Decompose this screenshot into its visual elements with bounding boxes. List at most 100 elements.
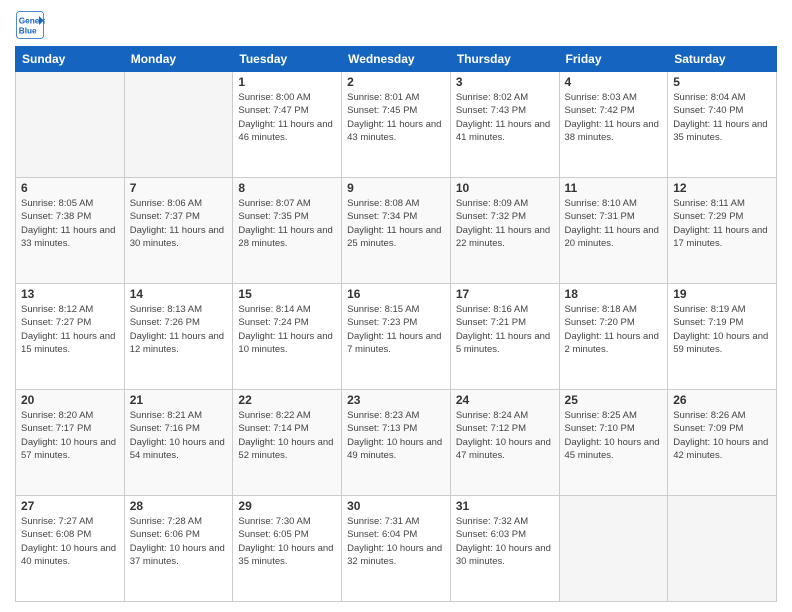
page: General Blue SundayMondayTuesdayWednesda… <box>0 0 792 612</box>
day-number: 29 <box>238 499 336 513</box>
day-number: 13 <box>21 287 119 301</box>
day-number: 30 <box>347 499 445 513</box>
day-info: Sunrise: 8:13 AMSunset: 7:26 PMDaylight:… <box>130 303 228 356</box>
day-number: 14 <box>130 287 228 301</box>
calendar-cell: 19Sunrise: 8:19 AMSunset: 7:19 PMDayligh… <box>668 284 777 390</box>
day-number: 24 <box>456 393 554 407</box>
calendar-week-4: 20 Sunrise: 8:20 AMSunset: 7:17 PMDayligh… <box>16 390 777 496</box>
weekday-header-friday: Friday <box>559 47 668 72</box>
day-info: Sunrise: 8:16 AMSunset: 7:21 PMDaylight:… <box>456 303 554 356</box>
day-number: 5 <box>673 75 771 89</box>
svg-text:Blue: Blue <box>19 26 37 35</box>
calendar-cell: 1 Sunrise: 8:00 AMSunset: 7:47 PMDaylight… <box>233 72 342 178</box>
day-info: Sunrise: 8:09 AMSunset: 7:32 PMDaylight:… <box>456 197 554 250</box>
weekday-header-saturday: Saturday <box>668 47 777 72</box>
calendar-cell: 2 Sunrise: 8:01 AMSunset: 7:45 PMDaylight… <box>342 72 451 178</box>
header: General Blue <box>15 10 777 40</box>
calendar-cell: 28 Sunrise: 7:28 AMSunset: 6:06 PMDayligh… <box>124 496 233 602</box>
calendar-week-5: 27Sunrise: 7:27 AMSunset: 6:08 PMDayligh… <box>16 496 777 602</box>
weekday-header-tuesday: Tuesday <box>233 47 342 72</box>
calendar-cell: 11 Sunrise: 8:10 AMSunset: 7:31 PMDayligh… <box>559 178 668 284</box>
day-number: 17 <box>456 287 554 301</box>
day-info: Sunrise: 8:23 AMSunset: 7:13 PMDaylight:… <box>347 409 445 462</box>
weekday-header-wednesday: Wednesday <box>342 47 451 72</box>
day-info: Sunrise: 8:08 AMSunset: 7:34 PMDaylight:… <box>347 197 445 250</box>
day-info: Sunrise: 8:20 AMSunset: 7:17 PMDaylight:… <box>21 409 119 462</box>
day-info: Sunrise: 8:00 AMSunset: 7:47 PMDaylight:… <box>238 91 336 144</box>
calendar-cell: 4 Sunrise: 8:03 AMSunset: 7:42 PMDaylight… <box>559 72 668 178</box>
day-number: 25 <box>565 393 663 407</box>
day-info: Sunrise: 7:31 AMSunset: 6:04 PMDaylight:… <box>347 515 445 568</box>
calendar-week-2: 6 Sunrise: 8:05 AMSunset: 7:38 PMDaylight… <box>16 178 777 284</box>
day-number: 3 <box>456 75 554 89</box>
weekday-header-row: SundayMondayTuesdayWednesdayThursdayFrid… <box>16 47 777 72</box>
day-number: 1 <box>238 75 336 89</box>
calendar-cell: 14 Sunrise: 8:13 AMSunset: 7:26 PMDayligh… <box>124 284 233 390</box>
calendar-cell <box>559 496 668 602</box>
day-number: 4 <box>565 75 663 89</box>
calendar-cell: 18Sunrise: 8:18 AMSunset: 7:20 PMDayligh… <box>559 284 668 390</box>
day-info: Sunrise: 8:12 AMSunset: 7:27 PMDaylight:… <box>21 303 119 356</box>
day-info: Sunrise: 8:18 AMSunset: 7:20 PMDaylight:… <box>565 303 663 356</box>
calendar-cell: 25 Sunrise: 8:25 AMSunset: 7:10 PMDayligh… <box>559 390 668 496</box>
calendar-week-3: 13 Sunrise: 8:12 AMSunset: 7:27 PMDayligh… <box>16 284 777 390</box>
calendar-cell: 16 Sunrise: 8:15 AMSunset: 7:23 PMDayligh… <box>342 284 451 390</box>
day-number: 22 <box>238 393 336 407</box>
day-number: 15 <box>238 287 336 301</box>
day-number: 2 <box>347 75 445 89</box>
day-number: 23 <box>347 393 445 407</box>
calendar-cell <box>668 496 777 602</box>
calendar-cell: 29Sunrise: 7:30 AMSunset: 6:05 PMDayligh… <box>233 496 342 602</box>
day-number: 26 <box>673 393 771 407</box>
calendar-week-1: 1 Sunrise: 8:00 AMSunset: 7:47 PMDaylight… <box>16 72 777 178</box>
day-number: 21 <box>130 393 228 407</box>
calendar-cell: 23 Sunrise: 8:23 AMSunset: 7:13 PMDayligh… <box>342 390 451 496</box>
calendar-cell: 24 Sunrise: 8:24 AMSunset: 7:12 PMDayligh… <box>450 390 559 496</box>
day-info: Sunrise: 8:01 AMSunset: 7:45 PMDaylight:… <box>347 91 445 144</box>
calendar-cell: 6 Sunrise: 8:05 AMSunset: 7:38 PMDaylight… <box>16 178 125 284</box>
day-number: 28 <box>130 499 228 513</box>
calendar-cell: 27Sunrise: 7:27 AMSunset: 6:08 PMDayligh… <box>16 496 125 602</box>
day-number: 11 <box>565 181 663 195</box>
calendar-cell: 12 Sunrise: 8:11 AMSunset: 7:29 PMDayligh… <box>668 178 777 284</box>
weekday-header-thursday: Thursday <box>450 47 559 72</box>
calendar-table: SundayMondayTuesdayWednesdayThursdayFrid… <box>15 46 777 602</box>
logo-icon: General Blue <box>15 10 45 40</box>
calendar-cell: 5Sunrise: 8:04 AMSunset: 7:40 PMDaylight… <box>668 72 777 178</box>
calendar-cell: 8Sunrise: 8:07 AMSunset: 7:35 PMDaylight… <box>233 178 342 284</box>
day-number: 9 <box>347 181 445 195</box>
calendar-cell: 21Sunrise: 8:21 AMSunset: 7:16 PMDayligh… <box>124 390 233 496</box>
day-info: Sunrise: 8:10 AMSunset: 7:31 PMDaylight:… <box>565 197 663 250</box>
calendar-cell: 9 Sunrise: 8:08 AMSunset: 7:34 PMDaylight… <box>342 178 451 284</box>
day-number: 8 <box>238 181 336 195</box>
day-number: 12 <box>673 181 771 195</box>
day-number: 16 <box>347 287 445 301</box>
weekday-header-sunday: Sunday <box>16 47 125 72</box>
calendar-cell: 10Sunrise: 8:09 AMSunset: 7:32 PMDayligh… <box>450 178 559 284</box>
calendar-cell: 22Sunrise: 8:22 AMSunset: 7:14 PMDayligh… <box>233 390 342 496</box>
calendar-cell: 15 Sunrise: 8:14 AMSunset: 7:24 PMDayligh… <box>233 284 342 390</box>
day-info: Sunrise: 8:06 AMSunset: 7:37 PMDaylight:… <box>130 197 228 250</box>
day-number: 6 <box>21 181 119 195</box>
day-number: 20 <box>21 393 119 407</box>
calendar-cell: 3 Sunrise: 8:02 AMSunset: 7:43 PMDaylight… <box>450 72 559 178</box>
day-info: Sunrise: 8:03 AMSunset: 7:42 PMDaylight:… <box>565 91 663 144</box>
calendar-cell: 31Sunrise: 7:32 AMSunset: 6:03 PMDayligh… <box>450 496 559 602</box>
calendar-cell <box>124 72 233 178</box>
day-info: Sunrise: 8:24 AMSunset: 7:12 PMDaylight:… <box>456 409 554 462</box>
calendar-cell: 30 Sunrise: 7:31 AMSunset: 6:04 PMDayligh… <box>342 496 451 602</box>
day-info: Sunrise: 8:05 AMSunset: 7:38 PMDaylight:… <box>21 197 119 250</box>
day-number: 19 <box>673 287 771 301</box>
calendar-cell: 20 Sunrise: 8:20 AMSunset: 7:17 PMDayligh… <box>16 390 125 496</box>
day-info: Sunrise: 8:15 AMSunset: 7:23 PMDaylight:… <box>347 303 445 356</box>
day-number: 7 <box>130 181 228 195</box>
day-info: Sunrise: 8:25 AMSunset: 7:10 PMDaylight:… <box>565 409 663 462</box>
day-info: Sunrise: 8:11 AMSunset: 7:29 PMDaylight:… <box>673 197 771 250</box>
calendar-cell: 7 Sunrise: 8:06 AMSunset: 7:37 PMDaylight… <box>124 178 233 284</box>
day-info: Sunrise: 7:28 AMSunset: 6:06 PMDaylight:… <box>130 515 228 568</box>
day-info: Sunrise: 7:27 AMSunset: 6:08 PMDaylight:… <box>21 515 119 568</box>
day-info: Sunrise: 8:02 AMSunset: 7:43 PMDaylight:… <box>456 91 554 144</box>
weekday-header-monday: Monday <box>124 47 233 72</box>
day-info: Sunrise: 8:14 AMSunset: 7:24 PMDaylight:… <box>238 303 336 356</box>
day-info: Sunrise: 7:32 AMSunset: 6:03 PMDaylight:… <box>456 515 554 568</box>
